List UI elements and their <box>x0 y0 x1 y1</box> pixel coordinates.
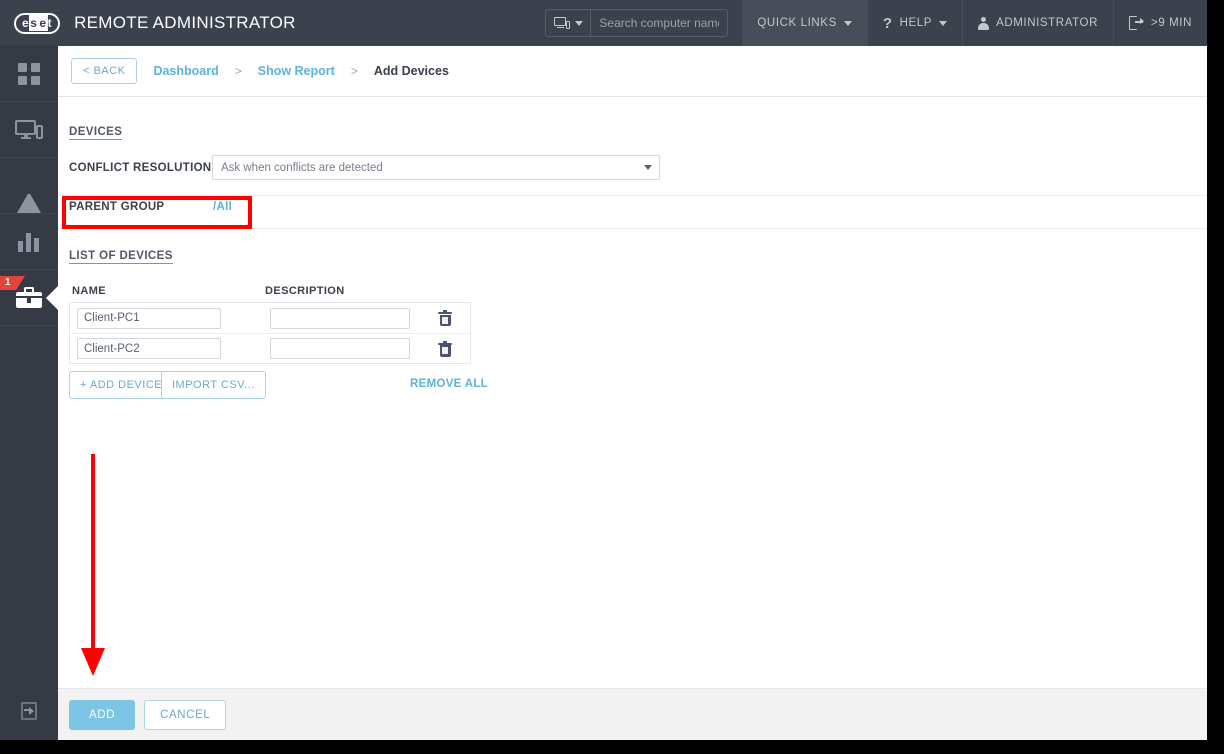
logo-letter-e: e <box>22 16 30 30</box>
chevron-down-icon <box>843 20 852 26</box>
add-device-button[interactable]: + ADD DEVICE <box>69 371 174 399</box>
logo-letter-s: s <box>29 15 39 31</box>
form-footer: ADD CANCEL <box>58 688 1207 740</box>
breadcrumb-separator-2: > <box>350 64 358 78</box>
column-header-description: DESCRIPTION <box>265 285 345 297</box>
sidebar-collapse-button[interactable] <box>0 682 58 740</box>
help-menu[interactable]: ? HELP <box>866 0 962 46</box>
remove-all-link[interactable]: REMOVE ALL <box>410 378 488 390</box>
header-actions: QUICK LINKS ? HELP ADMINISTRATOR >9 MIN <box>545 0 1207 60</box>
administrator-label: ADMINISTRATOR <box>996 17 1098 29</box>
section-title-devices: DEVICES <box>69 126 123 140</box>
screenshot-root: e s e t REMOTE ADMINISTRATOR QUICK LINKS <box>0 0 1224 754</box>
device-name-input[interactable] <box>77 307 221 329</box>
label-conflict-resolution: CONFLICT RESOLUTION <box>69 162 212 174</box>
warning-triangle-icon <box>17 175 41 213</box>
chevron-down-icon <box>939 20 948 26</box>
search-box[interactable] <box>545 9 729 37</box>
device-description-input[interactable] <box>270 307 410 329</box>
breadcrumb: < BACK Dashboard > Show Report > Add Dev… <box>58 46 1207 97</box>
bar-chart-icon <box>18 232 40 252</box>
breadcrumb-current-add-devices: Add Devices <box>373 64 449 78</box>
quick-links-label: QUICK LINKS <box>757 17 837 29</box>
logo-letter-e2: e <box>38 15 48 31</box>
app-title: REMOTE ADMINISTRATOR <box>74 13 296 32</box>
top-header: e s e t REMOTE ADMINISTRATOR QUICK LINKS <box>0 0 1207 60</box>
table-row <box>70 333 470 363</box>
monitor-icon <box>554 16 571 30</box>
table-row <box>70 303 470 333</box>
logo-letter-t: t <box>47 16 53 30</box>
session-time-label: >9 MIN <box>1151 17 1192 29</box>
row-divider-top <box>58 195 1207 196</box>
application-window: e s e t REMOTE ADMINISTRATOR QUICK LINKS <box>0 0 1207 740</box>
monitor-devices-icon <box>15 119 43 141</box>
column-header-name: NAME <box>72 285 106 297</box>
row-divider-bottom <box>58 228 1207 229</box>
sidebar-item-admin[interactable]: 1 <box>0 270 59 326</box>
cancel-button[interactable]: CANCEL <box>144 699 227 730</box>
parent-group-value[interactable]: /All <box>213 201 232 213</box>
eset-logo-mark: e s e t <box>14 12 61 34</box>
sidebar-badge-count: 1 <box>0 276 24 290</box>
session-timer[interactable]: >9 MIN <box>1113 0 1207 46</box>
back-button[interactable]: < BACK <box>71 58 138 84</box>
logout-icon <box>1129 16 1144 30</box>
main-content: DEVICES CONFLICT RESOLUTION Ask when con… <box>58 97 1207 688</box>
breadcrumb-link-show-report[interactable]: Show Report <box>258 64 335 78</box>
left-sidebar: 1 <box>0 46 59 740</box>
search-scope-selector[interactable] <box>546 10 592 36</box>
sidebar-item-reports[interactable] <box>0 214 58 270</box>
conflict-resolution-wrapper: Ask when conflicts are detected <box>212 155 660 180</box>
conflict-resolution-select[interactable]: Ask when conflicts are detected <box>212 155 660 180</box>
trash-icon[interactable] <box>438 310 452 326</box>
sidebar-item-dashboard[interactable] <box>0 46 58 102</box>
brand-logo[interactable]: e s e t REMOTE ADMINISTRATOR <box>0 12 296 34</box>
sidebar-item-alerts[interactable] <box>0 158 58 214</box>
breadcrumb-link-dashboard[interactable]: Dashboard <box>153 64 218 78</box>
person-icon <box>978 16 990 30</box>
add-button[interactable]: ADD <box>69 699 136 730</box>
trash-icon[interactable] <box>438 340 452 357</box>
question-mark-icon: ? <box>882 14 893 32</box>
administrator-menu[interactable]: ADMINISTRATOR <box>962 0 1113 46</box>
devices-table <box>69 302 471 364</box>
grid-icon <box>18 62 40 85</box>
label-parent-group: PARENT GROUP <box>69 201 165 213</box>
search-input[interactable] <box>591 10 728 36</box>
chevron-down-icon <box>575 20 584 26</box>
collapse-panel-icon <box>21 702 37 720</box>
device-name-input[interactable] <box>77 338 221 359</box>
import-csv-button[interactable]: IMPORT CSV... <box>161 371 266 399</box>
device-description-input[interactable] <box>270 338 410 359</box>
breadcrumb-separator-1: > <box>234 64 242 78</box>
briefcase-icon <box>16 287 42 308</box>
help-label: HELP <box>899 17 933 29</box>
sidebar-item-computers[interactable] <box>0 102 58 158</box>
section-title-list-of-devices: LIST OF DEVICES <box>69 250 173 264</box>
